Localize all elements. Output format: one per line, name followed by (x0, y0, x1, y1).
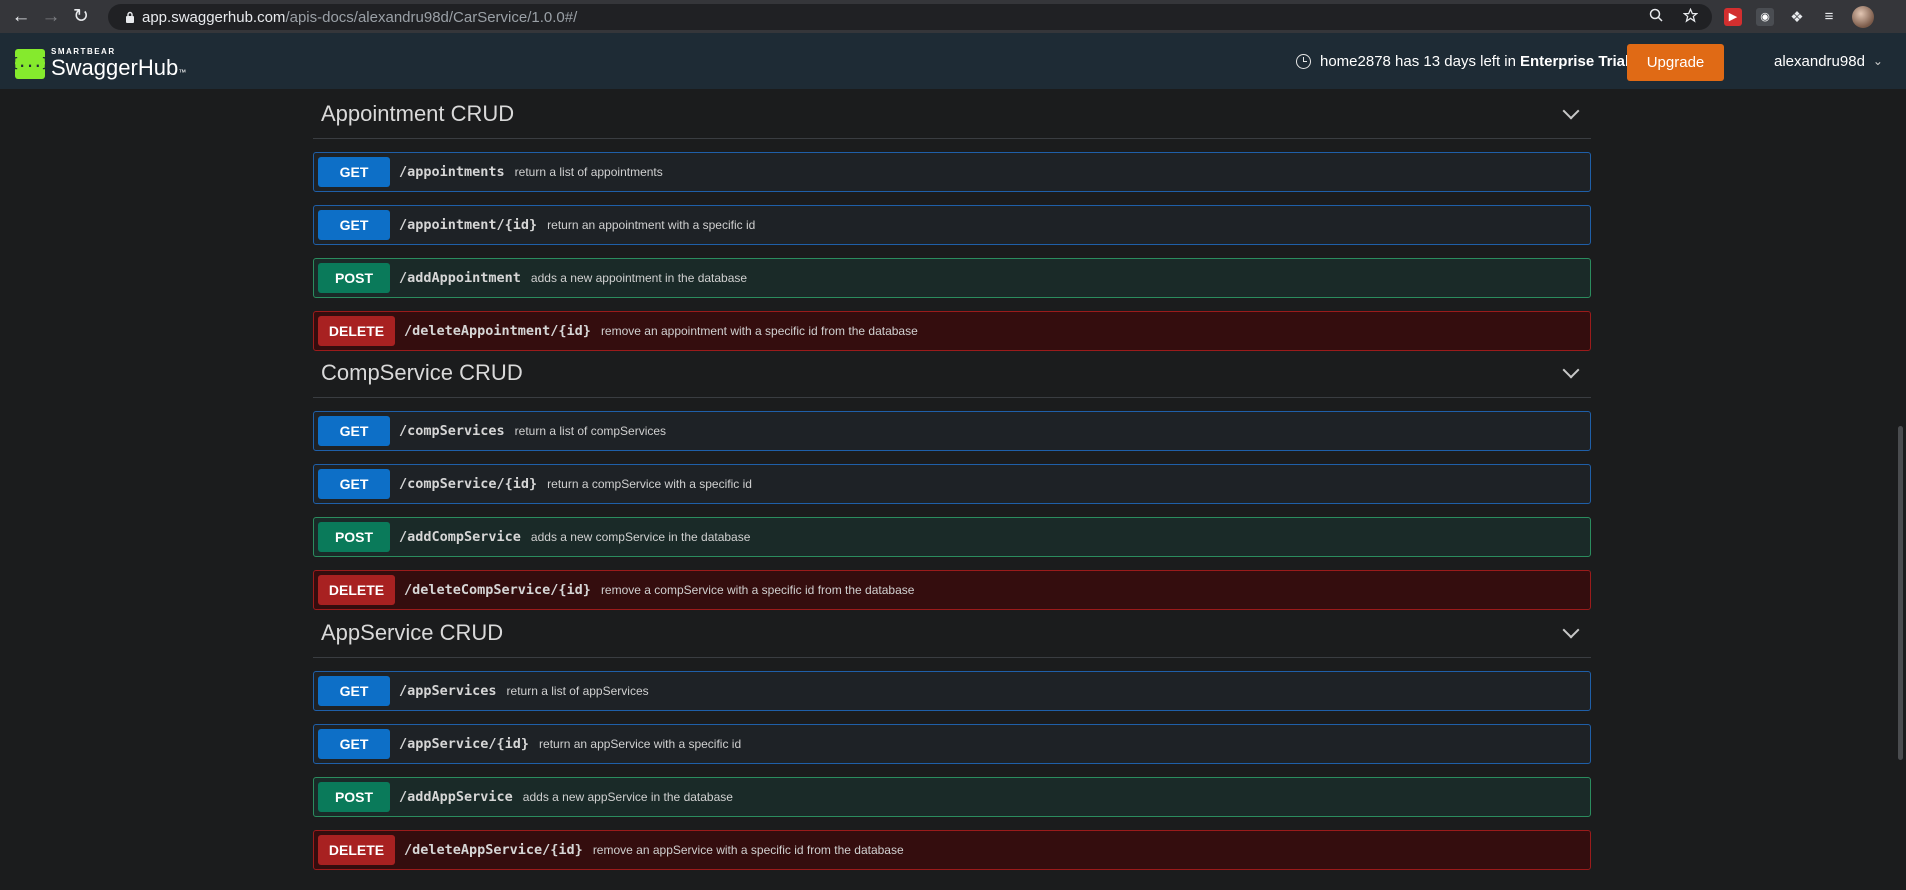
operation-row[interactable]: GET /appService/{id} return an appServic… (313, 724, 1591, 764)
operation-row[interactable]: DELETE /deleteCompService/{id} remove a … (313, 570, 1591, 610)
operation-path: /appointments (399, 164, 505, 180)
operation-summary: return an appService with a specific id (539, 737, 742, 751)
operation-row[interactable]: POST /addAppointment adds a new appointm… (313, 258, 1591, 298)
operation-path: /addCompService (399, 529, 521, 545)
operation-path: /compServices (399, 423, 505, 439)
bookmark-star-icon[interactable] (1682, 7, 1699, 27)
operation-summary: remove an appointment with a specific id… (600, 324, 918, 338)
method-badge: GET (318, 210, 390, 240)
lock-icon (120, 11, 140, 23)
method-badge: GET (318, 416, 390, 446)
operation-summary: return a compService with a specific id (547, 477, 752, 491)
method-badge: DELETE (318, 575, 395, 605)
chevron-down-icon[interactable] (1562, 621, 1580, 638)
zoom-icon[interactable] (1649, 8, 1663, 26)
method-badge: POST (318, 263, 390, 293)
extensions-puzzle-icon[interactable]: ❖ (1788, 8, 1806, 26)
method-badge: DELETE (318, 835, 395, 865)
operation-path: /compService/{id} (399, 476, 538, 492)
method-badge: GET (318, 676, 390, 706)
section-header[interactable]: CompService CRUD (313, 348, 1591, 398)
method-badge: POST (318, 782, 390, 812)
back-arrow-icon[interactable]: ← (6, 0, 36, 33)
section-header[interactable]: Appointment CRUD (313, 89, 1591, 139)
url-host: app.swaggerhub.com (142, 8, 286, 26)
operation-row[interactable]: GET /appServices return a list of appSer… (313, 671, 1591, 711)
trial-notice: home2878 has 13 days left in Enterprise … (1296, 33, 1629, 89)
logo-trademark: ™ (178, 68, 187, 77)
api-docs-content: Appointment CRUD GET /appointments retur… (0, 89, 1906, 890)
url-path: /apis-docs/alexandru98d/CarService/1.0.0… (285, 8, 578, 26)
upgrade-button[interactable]: Upgrade (1627, 44, 1724, 81)
operation-row[interactable]: GET /appointments return a list of appoi… (313, 152, 1591, 192)
operation-row[interactable]: GET /appointment/{id} return an appointm… (313, 205, 1591, 245)
extension-glasses-icon[interactable]: ◉ (1756, 7, 1774, 26)
operation-summary: return a list of appServices (506, 684, 649, 698)
operation-row[interactable]: DELETE /deleteAppService/{id} remove an … (313, 830, 1591, 870)
method-badge: GET (318, 729, 390, 759)
section-compservice-crud: CompService CRUD GET /compServices retur… (313, 348, 1591, 610)
chevron-down-icon[interactable] (1562, 361, 1580, 378)
operation-summary: remove a compService with a specific id … (600, 583, 915, 597)
operation-path: /appointment/{id} (399, 217, 538, 233)
operation-path: /deleteAppService/{id} (404, 842, 583, 858)
operation-path: /addAppointment (399, 270, 521, 286)
trial-text: home2878 has 13 days left in (1320, 52, 1516, 70)
swaggerhub-brace-icon: {...} (10, 48, 50, 79)
section-appservice-crud: AppService CRUD GET /appServices return … (313, 608, 1591, 870)
username: alexandru98d (1774, 52, 1865, 70)
operation-summary: adds a new appointment in the database (530, 271, 748, 285)
forward-arrow-icon[interactable]: → (36, 0, 66, 33)
clock-icon (1296, 53, 1311, 69)
trial-plan: Enterprise Trial (1519, 52, 1630, 70)
operation-path: /deleteAppointment/{id} (404, 323, 591, 339)
section-header[interactable]: AppService CRUD (313, 608, 1591, 658)
logo-swaggerhub: SwaggerHub (51, 55, 179, 80)
operation-summary: return a list of appointments (514, 165, 663, 179)
chevron-down-icon: ⌄ (1872, 54, 1883, 68)
operation-summary: remove an appService with a specific id … (592, 843, 904, 857)
section-title: Appointment CRUD (321, 100, 515, 126)
reading-list-icon[interactable]: ≡ (1820, 8, 1838, 26)
operation-row[interactable]: POST /addCompService adds a new compServ… (313, 517, 1591, 557)
section-appointment-crud: Appointment CRUD GET /appointments retur… (313, 89, 1591, 351)
operation-row[interactable]: DELETE /deleteAppointment/{id} remove an… (313, 311, 1591, 351)
operation-row[interactable]: POST /addAppService adds a new appServic… (313, 777, 1591, 817)
scrollbar-thumb[interactable] (1898, 426, 1903, 760)
operation-summary: return a list of compServices (514, 424, 667, 438)
browser-toolbar: ← → ↻ app.swaggerhub.com/apis-docs/alexa… (0, 0, 1906, 33)
operation-path: /appService/{id} (399, 736, 530, 752)
section-title: AppService CRUD (321, 619, 504, 645)
method-badge: POST (318, 522, 390, 552)
section-title: CompService CRUD (321, 359, 523, 385)
operation-path: /deleteCompService/{id} (404, 582, 591, 598)
method-badge: DELETE (318, 316, 395, 346)
operation-summary: return an appointment with a specific id (547, 218, 756, 232)
method-badge: GET (318, 157, 390, 187)
address-bar[interactable]: app.swaggerhub.com/apis-docs/alexandru98… (108, 4, 1712, 30)
operation-row[interactable]: GET /compServices return a list of compS… (313, 411, 1591, 451)
chevron-down-icon[interactable] (1562, 102, 1580, 119)
operation-path: /appServices (399, 683, 497, 699)
operation-row[interactable]: GET /compService/{id} return a compServi… (313, 464, 1591, 504)
method-badge: GET (318, 469, 390, 499)
operation-path: /addAppService (399, 789, 513, 805)
operation-summary: adds a new compService in the database (530, 530, 751, 544)
user-menu[interactable]: alexandru98d ⌄ (1774, 33, 1883, 89)
reload-icon[interactable]: ↻ (66, 0, 96, 33)
swaggerhub-logo[interactable]: {...} SMARTBEAR SwaggerHub™ (10, 48, 187, 80)
operation-summary: adds a new appService in the database (522, 790, 733, 804)
page-scrollbar[interactable] (1895, 89, 1906, 890)
extension-red-icon[interactable]: ▶ (1724, 7, 1742, 26)
profile-avatar[interactable] (1852, 5, 1874, 28)
